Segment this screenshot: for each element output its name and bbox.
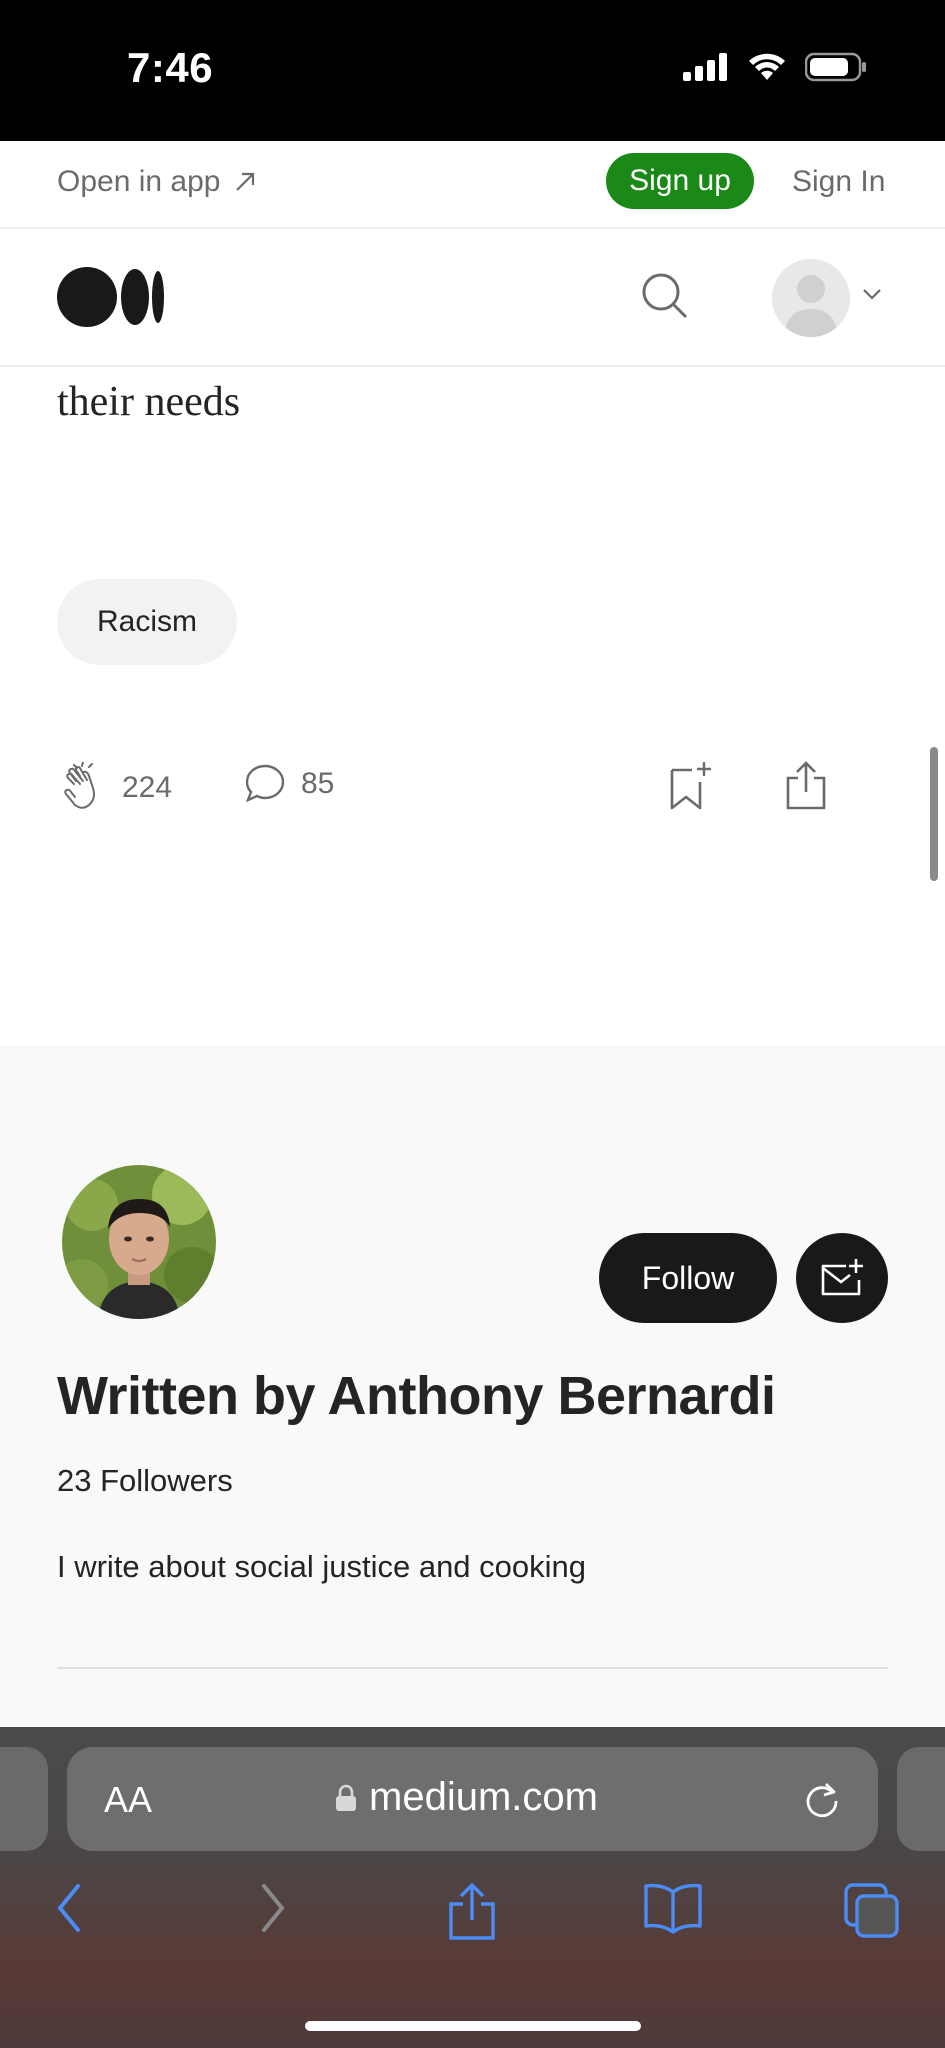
divider [57,1667,888,1669]
medium-logo-icon[interactable] [57,267,165,327]
bookmark-add-icon[interactable] [668,760,714,812]
home-indicator[interactable] [305,2021,641,2031]
avatar[interactable] [772,259,850,337]
clap-icon [64,762,95,809]
clap-button[interactable]: 224 [60,762,172,814]
open-in-app-link[interactable]: Open in app [57,165,256,199]
url-text: medium.com [369,1775,598,1819]
cellular-signal-icon [683,53,727,81]
author-photo [62,1165,216,1319]
scroll-indicator[interactable] [930,747,938,881]
status-time: 7:46 [127,44,214,91]
open-in-app-bar: Open in app Sign up Sign In [0,141,945,229]
lock-icon [336,1784,356,1811]
sign-in-link[interactable]: Sign In [792,165,885,199]
safari-bottom-bar: AA medium.com [0,1727,945,2048]
next-tab-preview[interactable] [897,1747,945,1851]
text-size-button[interactable]: AA [104,1779,152,1821]
sign-up-button[interactable]: Sign up [606,153,754,209]
author-heading[interactable]: Written by Anthony Bernardi [57,1365,776,1427]
back-icon[interactable] [54,1882,84,1934]
clap-count: 224 [122,771,173,804]
author-section: Follow Written by Anthony Bernardi 23 Fo… [0,1045,945,1725]
site-header [0,229,945,367]
article-actions: 224 85 [0,760,945,820]
follow-button[interactable]: Follow [599,1233,777,1323]
author-bio: I write about social justice and cooking [57,1549,587,1584]
safari-toolbar [0,1882,945,1962]
mail-plus-icon [821,1259,863,1296]
share-icon[interactable] [784,760,828,812]
user-placeholder-icon [784,275,838,337]
reload-icon[interactable] [802,1779,842,1819]
status-icons [683,52,867,82]
subscribe-email-button[interactable] [796,1233,888,1323]
previous-tab-preview[interactable] [0,1747,48,1851]
bookmarks-icon[interactable] [642,1882,704,1934]
share-sheet-icon[interactable] [447,1882,497,1942]
wifi-icon [749,53,785,80]
text-size-label: AA [104,1779,153,1820]
open-in-app-label: Open in app [57,165,221,198]
address-bar[interactable]: AA medium.com [67,1747,878,1851]
status-bar: 7:46 [0,0,945,141]
url-display[interactable]: medium.com [335,1775,598,1820]
chevron-down-icon[interactable] [862,287,882,301]
tag-racism[interactable]: Racism [57,579,238,665]
comment-icon [245,764,285,803]
response-count: 85 [301,767,335,800]
followers-count[interactable]: 23 Followers [57,1463,233,1499]
battery-icon [805,52,866,82]
responses-button[interactable]: 85 [243,762,334,806]
forward-icon[interactable] [258,1882,288,1934]
arrow-up-right-icon [236,172,255,191]
author-avatar[interactable] [62,1165,216,1319]
search-icon[interactable] [640,271,690,321]
article-text-line: their needs [57,379,241,425]
tabs-icon[interactable] [843,1882,901,1938]
